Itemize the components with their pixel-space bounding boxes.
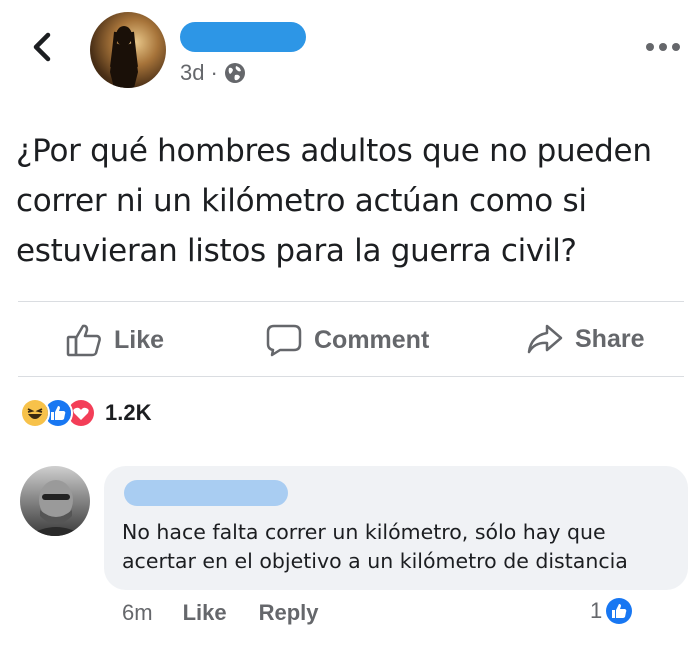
- post-meta: 3d ·: [180, 60, 246, 86]
- commenter-name-redacted[interactable]: [124, 480, 288, 506]
- chevron-left-icon: [33, 32, 51, 62]
- post-header: 3d ·: [0, 0, 700, 110]
- comment-time[interactable]: 6m: [122, 600, 153, 626]
- author-name-redacted[interactable]: [180, 22, 306, 52]
- post-text: ¿Por qué hombres adultos que no pueden c…: [16, 133, 652, 269]
- comment-text: No hace falta correr un kilómetro, sólo …: [122, 520, 628, 573]
- commenter-avatar[interactable]: [20, 466, 90, 536]
- post-actions-bar: Like Comment Share: [0, 305, 700, 375]
- comment-bubble: No hace falta correr un kilómetro, sólo …: [104, 466, 688, 590]
- person-silhouette: [110, 26, 138, 88]
- share-label: Share: [575, 324, 645, 353]
- more-options-button[interactable]: [643, 40, 683, 52]
- like-badge-icon: [606, 598, 633, 624]
- divider-bottom: [18, 376, 684, 377]
- thumbs-up-icon: [66, 324, 101, 357]
- like-button[interactable]: Like: [66, 323, 164, 357]
- share-arrow-icon: [527, 324, 563, 354]
- reactions-summary[interactable]: 1.2K: [20, 398, 151, 428]
- back-button[interactable]: [28, 30, 58, 64]
- comment-button[interactable]: Comment: [266, 323, 429, 357]
- comment-label: Comment: [314, 325, 430, 354]
- divider-top: [18, 301, 684, 302]
- haha-icon: [20, 398, 50, 428]
- more-horizontal-icon: [646, 43, 680, 51]
- share-button[interactable]: Share: [527, 323, 644, 355]
- author-avatar[interactable]: [90, 12, 166, 88]
- like-label: Like: [114, 325, 165, 354]
- reaction-count: 1.2K: [105, 400, 152, 425]
- speech-bubble-icon: [266, 324, 302, 357]
- meta-separator: ·: [210, 60, 218, 85]
- post-time[interactable]: 3d: [180, 60, 204, 86]
- commenter-photo: [28, 480, 84, 536]
- comment-reply-button[interactable]: Reply: [259, 600, 319, 626]
- comment-like-button[interactable]: Like: [183, 600, 227, 626]
- comment-likes[interactable]: 1: [590, 598, 633, 624]
- globe-icon: [224, 63, 245, 83]
- comment-actions: 6m Like Reply: [122, 600, 351, 626]
- comment-likes-count: 1: [590, 598, 603, 623]
